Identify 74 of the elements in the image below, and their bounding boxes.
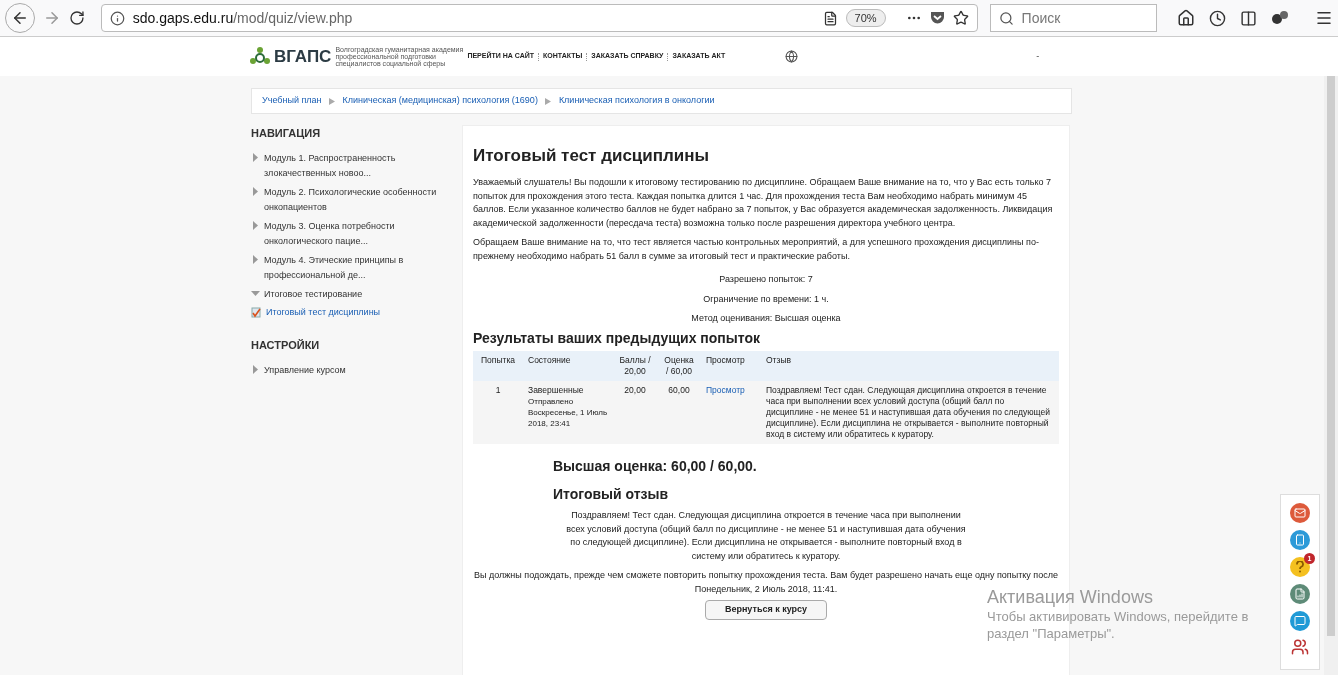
history-icon[interactable] [1209, 9, 1226, 27]
nav-item[interactable]: Управление курсом [264, 362, 346, 378]
best-grade: Высшая оценка: 60,00 / 60,00. [553, 460, 758, 474]
column-header: Баллы / 20,00 [613, 351, 657, 381]
submitted-text: Отправлено Воскресенье, 1 Июль 2018, 23:41 [528, 396, 608, 429]
column-header: Состояние [523, 351, 613, 381]
nav-link[interactable]: Итоговый тест дисциплины [266, 305, 381, 319]
feedback-text: Поздравляем! Тест сдан. Следующая дисциплина откроется в течение часа при выполнении всех условий доступа (общий балл по дисциплине - не менее 51 и наступившая дата обучения по следующей дисциплине). Если дисциплина не открывается - выполните повторный вход в систему или обратитесь к куратору. [565, 509, 967, 563]
mail-icon[interactable] [1290, 503, 1310, 523]
column-header: Оценка / 60,00 [657, 351, 701, 381]
question-mark-icon [1295, 561, 1305, 573]
activation-text: Чтобы активировать Windows, перейдите в раздел "Параметры". [987, 608, 1250, 642]
logo-text: ВГАПС [274, 45, 332, 68]
sidebar-heading: НАВИГАЦИЯ [251, 126, 322, 141]
info-icon[interactable] [109, 10, 125, 26]
table-cell: 60,00 [657, 381, 701, 444]
paragraph: Обращаем Ваше внимание на то, что тест является частью контрольных мероприятий, а для успешного прохождения дисциплины по-прежнему необходимо набрать 51 балл в сумме за итоговый тест и практические работы. [473, 236, 1040, 263]
extension-icon[interactable] [1271, 10, 1289, 26]
nav-item[interactable]: Модуль 3. Оценка потребности онкологического пацие... [264, 218, 451, 249]
table-cell: 1 [473, 381, 523, 444]
help-icon[interactable] [1290, 557, 1310, 577]
sidebar-icon[interactable] [1240, 9, 1257, 27]
collapsed-arrow-icon[interactable] [251, 152, 260, 162]
section-title: Результаты ваших предыдущих попыток [473, 331, 761, 345]
back-to-course-button[interactable]: Вернуться к курсу [705, 600, 827, 620]
state-text: Завершенные [528, 385, 585, 396]
collapsed-arrow-icon[interactable] [251, 186, 260, 196]
pocket-icon[interactable] [929, 11, 945, 25]
breadcrumb-link[interactable]: Учебный план [262, 94, 322, 108]
nav-item[interactable]: Модуль 2. Психологические особенности онкопациентов [264, 184, 451, 215]
logo-icon [250, 46, 270, 67]
user-marker: - [1036, 49, 1040, 63]
nav-item[interactable]: Модуль 1. Распространенность злокачественных новоо... [264, 150, 451, 181]
info-line: Разрешено попыток: 7 [719, 273, 813, 286]
collapsed-arrow-icon[interactable] [251, 220, 260, 230]
menu-icon[interactable] [1315, 9, 1333, 27]
separator-icon [544, 97, 552, 105]
reader-icon[interactable] [822, 10, 838, 26]
table-cell: Поздравляем! Тест сдан. Следующая дисциплина откроется в течение часа при выполнении всех условий доступа (общий балл по дисциплине - не менее 51 и наступившая дата обучения по следующей дисциплине). Если дисциплина не открывается - выполните повторный вход в систему или обратитесь к куратору. [761, 381, 1059, 444]
report-icon[interactable] [1290, 584, 1310, 604]
collapsed-arrow-icon[interactable] [251, 254, 260, 264]
feedback-title: Итоговый отзыв [553, 487, 670, 501]
page-title: Итоговый тест дисциплины [473, 146, 711, 166]
breadcrumb-link[interactable]: Клиническая (медицинская) психология (1690) [342, 94, 538, 108]
breadcrumb-link[interactable]: Клиническая психология в онкологии [558, 94, 715, 108]
bookmark-star-icon[interactable] [952, 10, 969, 26]
table-cell: 20,00 [613, 381, 657, 444]
search-input[interactable]: Поиск [1021, 7, 1142, 29]
column-header: Попытка [473, 351, 523, 381]
chat-icon[interactable] [1290, 611, 1310, 631]
sidebar-heading: НАСТРОЙКИ [251, 338, 321, 353]
paragraph: Уважаемый слушатель! Вы подошли к итоговому тестированию по дисциплине. Обращаем Ваше внимание на то, что у Вас есть только 7 попыток для прохождения этого теста. Каждая попытка длится 1 час. Для прохождения теста Вам необходимо набрать минимум 45 баллов. Если указанное количество баллов не будет набрано за 7 попыток, у Вас образуется академическая задолженность. Ликвидация академической задолженности (пересдача теста) возможна только после разрешения директора учебного центра. [473, 176, 1054, 230]
review-link[interactable]: Просмотр [706, 385, 745, 395]
address-bar[interactable]: sdo.gaps.edu.ru/mod/quiz/view.php 70% [100, 4, 978, 32]
quiz-icon [251, 306, 262, 318]
support-icon[interactable] [1291, 638, 1309, 656]
zoom-badge[interactable]: 70% [845, 8, 886, 28]
column-header: Отзыв [761, 351, 1059, 381]
nav-item[interactable]: Итоговое тестирование [264, 286, 363, 302]
search-field[interactable]: Поиск [989, 4, 1157, 32]
nav-item[interactable]: Модуль 4. Этические принципы в профессиональной де... [264, 252, 451, 283]
search-icon [998, 10, 1014, 26]
separator-icon [328, 97, 336, 105]
phone-icon[interactable] [1290, 530, 1310, 550]
home-icon[interactable] [1177, 9, 1195, 27]
expanded-arrow-icon[interactable] [251, 288, 260, 298]
scrollbar[interactable] [1324, 76, 1338, 675]
info-line: Ограничение по времени: 1 ч. [703, 292, 829, 306]
info-line: Метод оценивания: Высшая оценка [691, 312, 841, 325]
globe-icon[interactable] [785, 50, 799, 63]
collapsed-arrow-icon[interactable] [251, 364, 260, 374]
url-text: sdo.gaps.edu.ru/mod/quiz/view.php [132, 8, 354, 28]
reload-icon[interactable] [68, 10, 85, 26]
column-header: Просмотр [701, 351, 761, 381]
